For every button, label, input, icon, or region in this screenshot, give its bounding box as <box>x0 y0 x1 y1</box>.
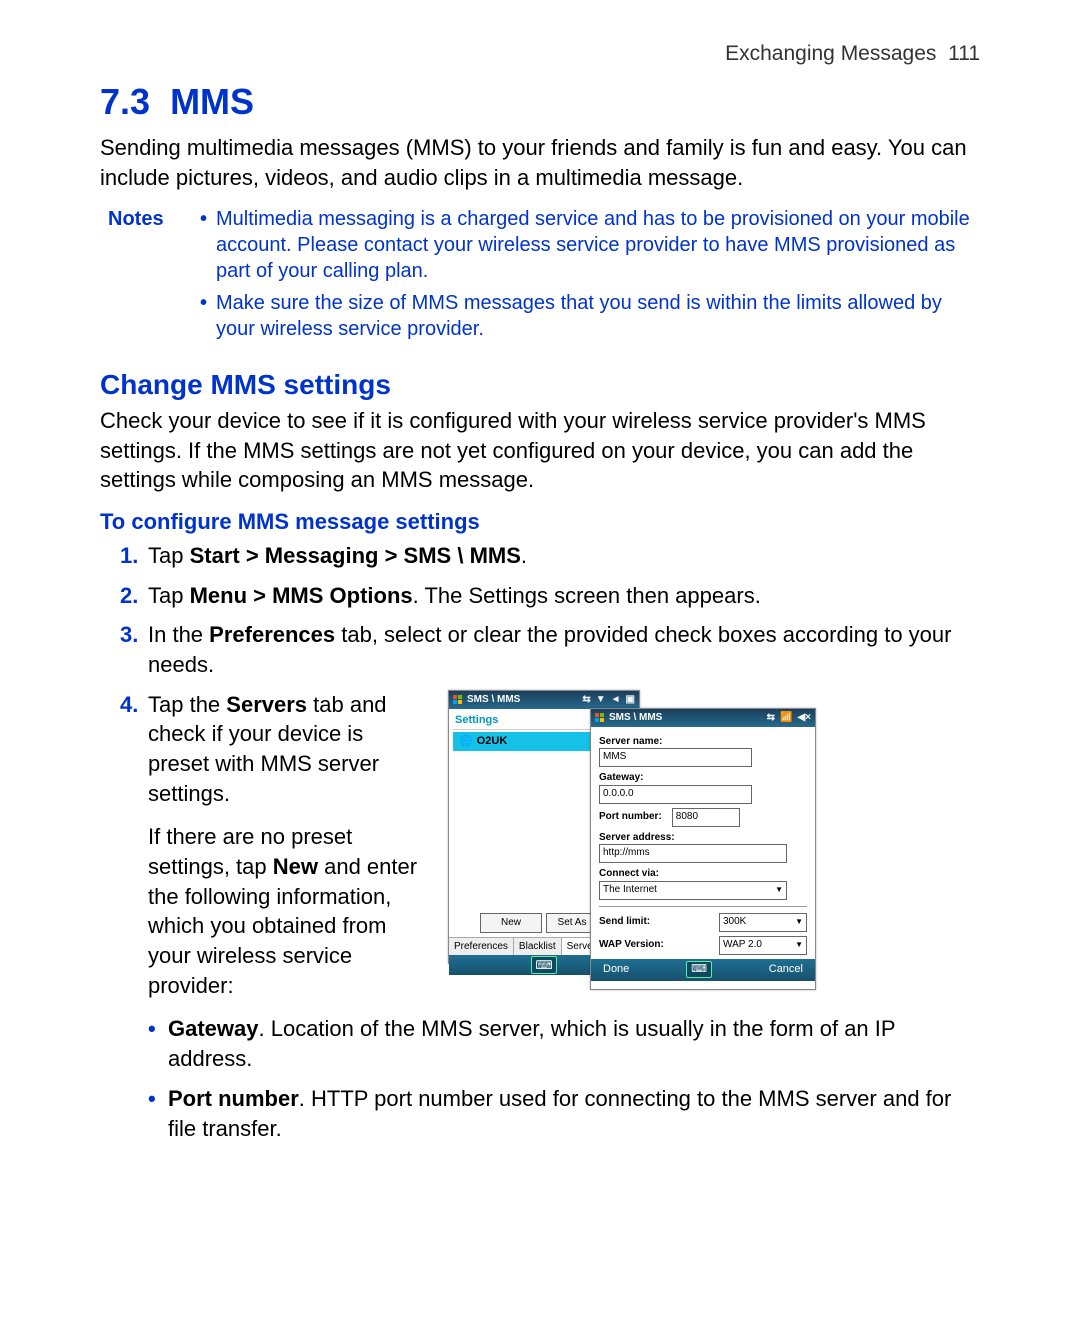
keyboard-icon[interactable]: ⌨ <box>686 961 712 978</box>
intro-paragraph: Sending multimedia messages (MMS) to you… <box>100 133 980 192</box>
windows-start-icon[interactable] <box>595 713 605 723</box>
definition-gateway: Gateway. Location of the MMS server, whi… <box>148 1014 980 1073</box>
screenshots-block: SMS \ MMS ⇆▼◄▣ Settings 🌐 O2UK New Set A… <box>448 690 818 990</box>
subheading-description: Check your device to see if it is config… <box>100 406 980 495</box>
screenshot-server-form: SMS \ MMS ⇆📶◀× Server name: MMS Gateway:… <box>590 708 816 990</box>
connect-via-label: Connect via: <box>599 867 807 881</box>
gateway-input[interactable]: 0.0.0.0 <box>599 785 752 804</box>
titlebar-a: SMS \ MMS ⇆▼◄▣ <box>449 691 639 709</box>
subheading: Change MMS settings <box>100 366 980 404</box>
section-heading: 7.3 MMS <box>100 78 980 127</box>
note-item: Multimedia messaging is a charged servic… <box>198 206 980 284</box>
connect-via-select[interactable]: The Internet▼ <box>599 881 787 900</box>
server-address-label: Server address: <box>599 831 807 845</box>
step-4: Tap the Servers tab and check if your de… <box>148 690 980 1001</box>
send-limit-label: Send limit: <box>599 915 650 929</box>
step-3: In the Preferences tab, select or clear … <box>148 620 980 679</box>
keyboard-icon[interactable]: ⌨ <box>531 956 556 974</box>
titlebar-b-text: SMS \ MMS <box>609 709 662 727</box>
wap-version-select[interactable]: WAP 2.0▼ <box>719 936 807 955</box>
port-label: Port number: <box>599 810 662 824</box>
section-number: 7.3 <box>100 81 150 122</box>
page-header: Exchanging Messages 111 <box>100 40 980 68</box>
tab-preferences[interactable]: Preferences <box>449 938 514 956</box>
server-name-input[interactable]: MMS <box>599 748 752 767</box>
windows-start-icon[interactable] <box>453 695 463 705</box>
status-icons: ⇆▼◄▣ <box>582 691 635 709</box>
configure-heading: To configure MMS message settings <box>100 507 980 537</box>
status-icons: ⇆📶◀× <box>767 709 811 727</box>
titlebar-a-text: SMS \ MMS <box>467 691 520 709</box>
server-name-label: Server name: <box>599 735 807 749</box>
notes-label: Notes <box>100 206 198 348</box>
send-limit-select[interactable]: 300K▼ <box>719 913 807 932</box>
globe-icon: 🌐 <box>459 734 473 749</box>
section-title: MMS <box>170 81 254 122</box>
done-button[interactable]: Done <box>603 962 629 977</box>
chevron-down-icon: ▼ <box>795 940 803 951</box>
tab-blacklist[interactable]: Blacklist <box>514 938 562 956</box>
definition-port-number: Port number. HTTP port number used for c… <box>148 1084 980 1143</box>
port-input[interactable]: 8080 <box>672 808 740 827</box>
chevron-down-icon: ▼ <box>775 885 783 896</box>
note-item: Make sure the size of MMS messages that … <box>198 290 980 342</box>
new-button[interactable]: New <box>480 913 542 933</box>
chevron-down-icon: ▼ <box>795 917 803 928</box>
gateway-label: Gateway: <box>599 771 807 785</box>
cancel-button[interactable]: Cancel <box>769 962 803 977</box>
notes-block: Notes Multimedia messaging is a charged … <box>100 206 980 348</box>
bottombar-b: Done ⌨ Cancel <box>591 959 815 981</box>
server-address-input[interactable]: http://mms <box>599 844 787 863</box>
server-item-label: O2UK <box>477 734 508 749</box>
wap-version-label: WAP Version: <box>599 938 664 952</box>
step-1: Tap Start > Messaging > SMS \ MMS. <box>148 541 980 571</box>
page-number: 111 <box>948 42 980 65</box>
titlebar-b: SMS \ MMS ⇆📶◀× <box>591 709 815 727</box>
chapter-name: Exchanging Messages <box>725 42 936 65</box>
step-2: Tap Menu > MMS Options. The Settings scr… <box>148 581 980 611</box>
